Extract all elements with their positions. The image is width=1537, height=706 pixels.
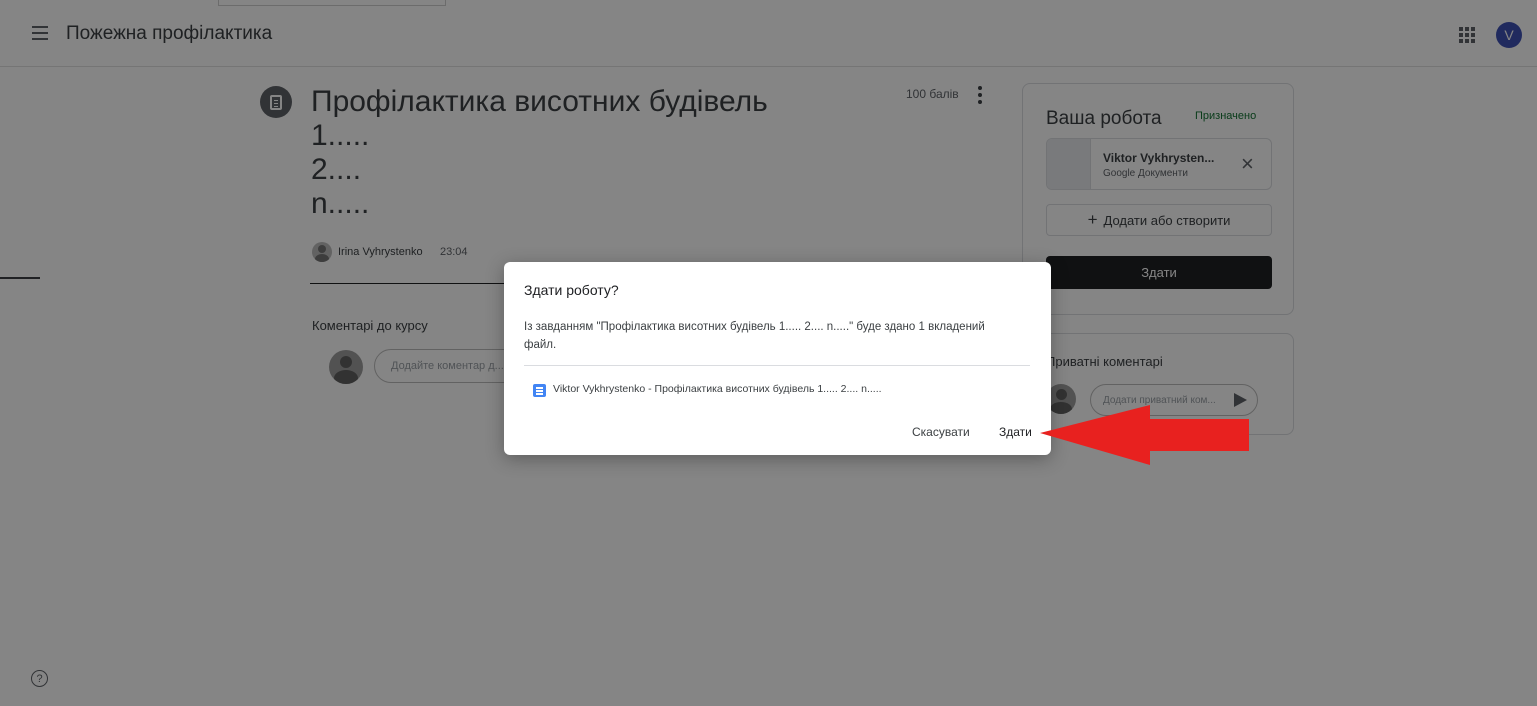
dialog-file-name: Viktor Vykhrystenko - Профілактика висот… xyxy=(553,383,882,395)
confirm-submit-button[interactable]: Здати xyxy=(999,425,1032,439)
dialog-title: Здати роботу? xyxy=(524,282,619,298)
submit-dialog: Здати роботу? Із завданням "Профілактика… xyxy=(504,262,1051,455)
google-docs-icon xyxy=(533,384,546,397)
cancel-button[interactable]: Скасувати xyxy=(912,425,970,439)
red-arrow-annotation xyxy=(1040,405,1249,465)
dialog-message: Із завданням "Профілактика висотних буді… xyxy=(524,321,985,351)
dialog-divider xyxy=(524,365,1030,366)
red-arrow-shape xyxy=(1040,405,1249,465)
edge-line xyxy=(0,277,40,279)
